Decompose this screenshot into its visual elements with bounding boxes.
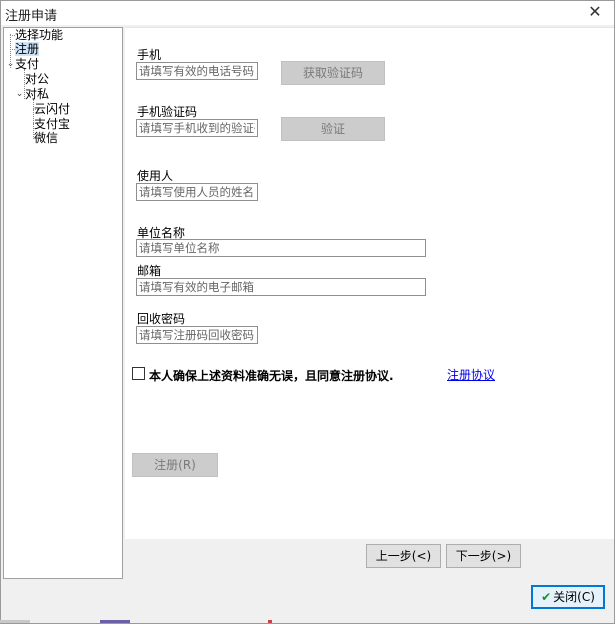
check-icon: ✔	[541, 590, 552, 604]
tree-item-payment[interactable]: 支付	[15, 57, 39, 71]
tree-item-label: 支付宝	[34, 117, 71, 131]
window-title: 注册申请	[5, 9, 58, 24]
tree-item-alipay[interactable]: 支付宝	[34, 117, 70, 131]
footer	[1, 581, 614, 623]
verification-code-input[interactable]	[136, 119, 258, 137]
chevron-down-icon[interactable]: ⌄	[15, 90, 24, 99]
registration-window: 注册申请 ✕ 选择功能 注册 ⌄ 支付 对公 ⌄ 对私 云闪付 支付宝 微信 手…	[0, 0, 615, 624]
agreement-link[interactable]: 注册协议	[447, 366, 495, 383]
next-step-button[interactable]: 下一步(>)	[446, 544, 521, 568]
tree-item-label: 对私	[25, 87, 50, 101]
close-button-label: 关闭(C)	[553, 590, 595, 604]
taskbar-strip	[100, 620, 130, 623]
recovery-label: 回收密码	[137, 312, 186, 326]
agree-text: 本人确保上述资料准确无误，且同意注册协议.	[149, 369, 394, 383]
user-label: 使用人	[137, 169, 174, 183]
taskbar-strip	[268, 620, 272, 623]
code-label: 手机验证码	[137, 105, 198, 119]
close-button[interactable]: ✔ 关闭(C)	[531, 585, 605, 609]
chevron-down-icon[interactable]: ⌄	[6, 60, 15, 69]
tree-item-label: 微信	[34, 131, 59, 145]
user-name-input[interactable]	[136, 183, 258, 201]
tree-item-unionpay[interactable]: 云闪付	[34, 102, 70, 116]
email-input[interactable]	[136, 278, 426, 296]
tree-item-select-function[interactable]: 选择功能	[15, 28, 63, 42]
tree-item-wechat[interactable]: 微信	[34, 131, 58, 145]
tree-item-corporate[interactable]: 对公	[25, 72, 49, 86]
prev-step-button[interactable]: 上一步(<)	[366, 544, 441, 568]
close-icon[interactable]: ✕	[586, 3, 604, 21]
tree-item-label: 选择功能	[15, 28, 64, 42]
tree-item-label: 对公	[25, 72, 50, 86]
tree-item-label: 注册	[15, 42, 40, 56]
get-code-button[interactable]: 获取验证码	[281, 61, 385, 85]
tree-item-label: 支付	[15, 57, 40, 71]
function-tree: 选择功能 注册 ⌄ 支付 对公 ⌄ 对私 云闪付 支付宝 微信	[3, 27, 123, 579]
title-bar: 注册申请 ✕	[1, 1, 614, 25]
phone-label: 手机	[137, 48, 162, 62]
company-name-input[interactable]	[136, 239, 426, 257]
tree-item-personal[interactable]: 对私	[25, 87, 49, 101]
recovery-password-input[interactable]	[136, 326, 258, 344]
taskbar-strip	[0, 620, 30, 623]
phone-input[interactable]	[136, 62, 258, 80]
agree-checkbox[interactable]	[132, 367, 145, 380]
register-button[interactable]: 注册(R)	[132, 453, 218, 477]
nav-bar: 上一步(<) 下一步(>)	[125, 539, 614, 579]
registration-form: 手机 获取验证码 手机验证码 验证 使用人 单位名称 邮箱 回收密码 本人确保上…	[125, 27, 614, 539]
verify-button[interactable]: 验证	[281, 117, 385, 141]
tree-item-label: 云闪付	[34, 102, 71, 116]
email-label: 邮箱	[137, 264, 162, 278]
tree-item-register[interactable]: 注册	[15, 42, 40, 56]
